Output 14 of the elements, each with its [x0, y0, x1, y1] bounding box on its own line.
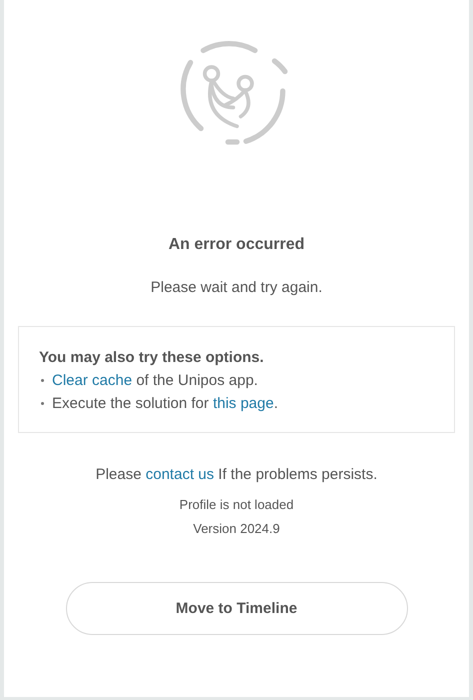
- options-heading: You may also try these options.: [39, 349, 265, 366]
- detail-text: Version 2024.9: [193, 521, 280, 536]
- bullet-icon: [41, 379, 44, 382]
- option-text: Clear cache of the Unipos app.: [52, 372, 258, 389]
- timeline-button[interactable]: Move to Timeline: [66, 582, 408, 635]
- error-title: An error occurred: [168, 236, 305, 254]
- link[interactable]: contact us: [146, 466, 214, 483]
- bullet-icon: [41, 402, 44, 405]
- error-message: Please wait and try again.: [150, 279, 322, 296]
- contact-text: Please contact us If the problems persists.: [96, 466, 378, 483]
- detail-text: Profile is not loaded: [179, 497, 294, 512]
- link[interactable]: this page: [212, 395, 274, 412]
- link[interactable]: Clear cache: [52, 372, 132, 389]
- option-text: Execute the solution for this page.: [52, 395, 278, 412]
